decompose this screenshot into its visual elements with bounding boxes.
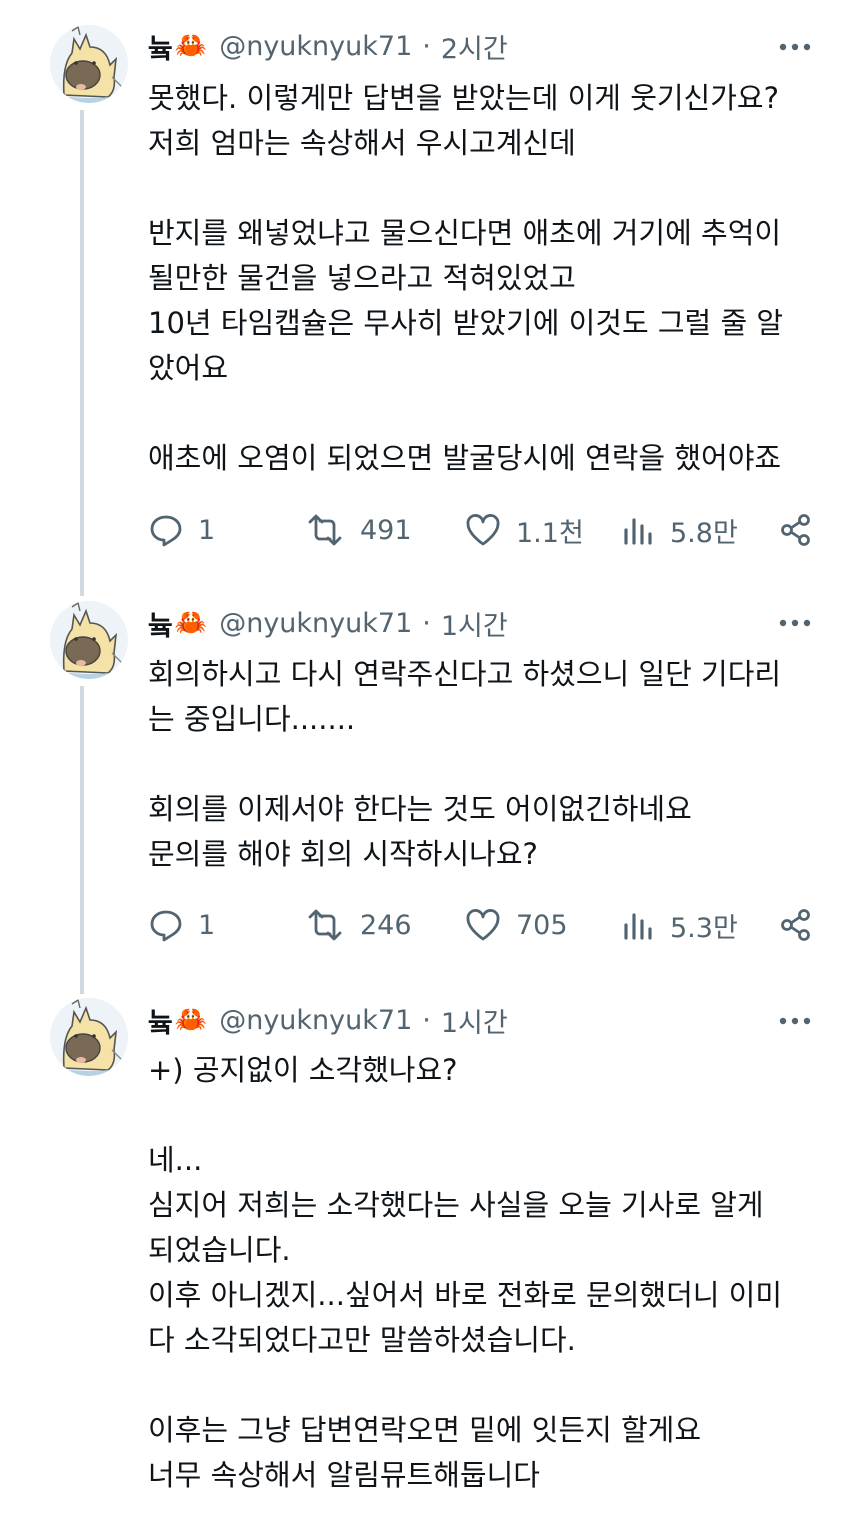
separator-dot: ·: [422, 30, 431, 62]
tweet-text: +) 공지없이 소각했나요? 네... 심지어 저희는 소각했다는 사실을 오늘…: [148, 1053, 783, 1492]
separator-dot: ·: [422, 607, 431, 639]
author-name[interactable]: 늌: [148, 27, 173, 66]
tweet-header: 늌 🦀 @nyuknyuk71 · 1시간: [148, 601, 508, 645]
like-icon: [464, 512, 502, 548]
like-count: 705: [516, 909, 568, 941]
share-icon[interactable]: [778, 507, 814, 553]
retweet-count: 246: [360, 909, 412, 941]
views-icon: [622, 512, 656, 548]
retweet-button[interactable]: 246: [304, 902, 412, 948]
retweet-icon: [304, 512, 346, 548]
tweet-text: 회의하시고 다시 연락주신다고 하셨으니 일단 기다리 는 중입니다......…: [148, 657, 782, 871]
more-icon[interactable]: [778, 606, 812, 640]
author-handle[interactable]: @nyuknyuk71: [219, 1005, 412, 1036]
avatar[interactable]: [50, 998, 128, 1076]
author-handle[interactable]: @nyuknyuk71: [219, 31, 412, 62]
like-icon: [464, 907, 502, 943]
reply-count: 1: [198, 514, 216, 546]
views-count: 5.3만: [670, 912, 738, 944]
views-count: 5.8만: [670, 517, 738, 549]
tweet-time[interactable]: 1시간: [441, 604, 508, 643]
thread-line: [80, 110, 84, 596]
action-bar: 1 491 1.1천 5.8만: [148, 507, 820, 553]
reply-icon: [148, 907, 184, 943]
retweet-button[interactable]: 491: [304, 507, 412, 553]
reply-button[interactable]: 1: [148, 902, 215, 948]
crab-emoji: 🦀: [174, 31, 208, 61]
retweet-count: 491: [360, 514, 412, 546]
reply-count: 1: [198, 909, 216, 941]
more-icon[interactable]: [778, 1004, 812, 1038]
views-icon: [622, 907, 656, 943]
crab-emoji: 🦀: [174, 608, 208, 638]
like-button[interactable]: 705: [464, 902, 568, 948]
views-button[interactable]: 5.8만: [622, 507, 738, 553]
like-button[interactable]: 1.1천: [464, 507, 584, 553]
views-button[interactable]: 5.3만: [622, 902, 738, 948]
author-name[interactable]: 늌: [148, 1001, 173, 1040]
avatar[interactable]: [50, 601, 128, 679]
share-icon[interactable]: [778, 902, 814, 948]
separator-dot: ·: [422, 1004, 431, 1036]
thread-line: [80, 686, 84, 994]
author-handle[interactable]: @nyuknyuk71: [219, 608, 412, 639]
retweet-icon: [304, 907, 346, 943]
action-bar: 1 246 705 5.3만: [148, 902, 820, 948]
tweet[interactable]: 늌 🦀 @nyuknyuk71 · 1시간 회의하시고 다시 연락주신다고 하셨…: [0, 596, 854, 994]
tweet[interactable]: 늌 🦀 @nyuknyuk71 · 2시간 못했다. 이렇게만 답변을 받았는데…: [0, 0, 854, 596]
tweet[interactable]: 늌 🦀 @nyuknyuk71 · 1시간 +) 공지없이 소각했나요? 네..…: [0, 994, 854, 1516]
reply-icon: [148, 512, 184, 548]
tweet-time[interactable]: 1시간: [441, 1001, 508, 1040]
tweet-time[interactable]: 2시간: [441, 27, 508, 66]
tweet-text: 못했다. 이렇게만 답변을 받았는데 이게 웃기신가요? 저희 엄마는 속상해서…: [148, 81, 784, 475]
crab-emoji: 🦀: [174, 1005, 208, 1035]
more-icon[interactable]: [778, 30, 812, 64]
tweet-header: 늌 🦀 @nyuknyuk71 · 1시간: [148, 998, 508, 1042]
tweet-header: 늌 🦀 @nyuknyuk71 · 2시간: [148, 24, 508, 68]
author-name[interactable]: 늌: [148, 604, 173, 643]
reply-button[interactable]: 1: [148, 507, 215, 553]
avatar[interactable]: [50, 25, 128, 103]
like-count: 1.1천: [516, 517, 584, 549]
